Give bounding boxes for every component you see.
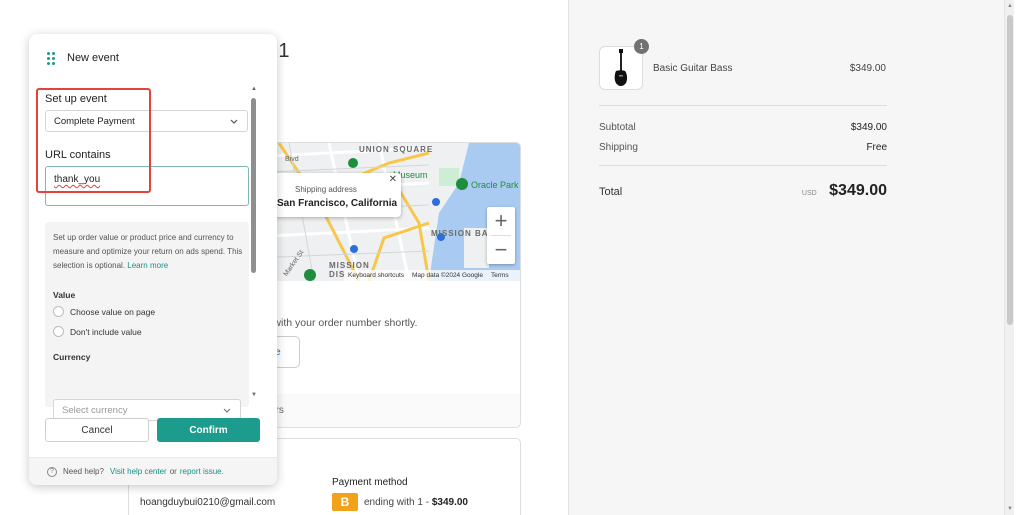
currency-label: Currency [53,352,91,362]
order-summary: 1 Basic Guitar Bass $349.00 Subtotal $34… [568,0,1014,515]
new-event-panel: New event Set up event Complete Payment … [29,34,277,485]
url-contains-label: URL contains [45,149,111,161]
map-label-dis: DIS [329,270,346,279]
help-prefix: Need help? [63,467,104,476]
radio-button[interactable] [53,326,64,337]
panel-title: New event [67,52,119,64]
panel-scroll-thumb[interactable] [251,98,256,273]
scroll-up-icon[interactable]: ▲ [250,86,258,92]
map-label-mission-bay: MISSION BAY [431,229,495,238]
page-scroll-thumb[interactable] [1007,15,1013,325]
zoom-out-button[interactable]: − [487,236,515,264]
shipping-address-label: Shipping address [295,185,357,194]
shipping-address-city: San Francisco, California [277,198,398,209]
chevron-down-icon [223,408,231,413]
event-type-value: Complete Payment [54,115,135,127]
panel-header: New event [29,34,277,82]
learn-more-link[interactable]: Learn more [127,261,168,270]
scroll-down-icon[interactable]: ▼ [250,392,258,398]
map-label-mission: MISSION [329,261,370,270]
radio-dont-include-value[interactable]: Don't include value [53,326,142,337]
total-value: $349.00 [829,182,887,199]
report-issue-link[interactable]: report issue. [180,467,224,476]
panel-help-footer: ? Need help? Visit help center or report… [29,457,277,485]
radio-dont-include-label: Don't include value [70,326,142,337]
event-type-select[interactable]: Complete Payment [45,110,248,132]
shipping-value: Free [866,142,887,153]
setup-event-label: Set up event [45,93,107,105]
url-contains-input[interactable] [45,166,249,206]
drag-handle-icon[interactable] [47,51,57,65]
subtotal-label: Subtotal [599,122,636,133]
confirm-button[interactable]: Confirm [157,418,260,442]
confirmation-text: ail with your order number shortly. [260,317,418,329]
shipping-address-popup: Shipping address San Francisco, Californ… [273,173,401,217]
quantity-badge: 1 [634,39,649,54]
shipping-row: Shipping Free [599,142,887,153]
close-icon[interactable]: ✕ [389,174,397,185]
divider [599,165,887,166]
keyboard-shortcuts-link[interactable]: Keyboard shortcuts [348,272,404,279]
product-price: $349.00 [849,63,886,74]
value-settings-box: Set up order value or product price and … [45,222,249,421]
panel-actions: Cancel Confirm [29,418,277,444]
map-footer: Keyboard shortcuts Map data ©2024 Google… [344,270,520,281]
product-name: Basic Guitar Bass [653,63,733,74]
panel-scrollbar[interactable]: ▲ ▼ [250,86,258,398]
help-center-link[interactable]: Visit help center [110,467,167,476]
terms-link[interactable]: Terms [491,272,509,279]
value-label: Value [53,290,76,300]
payment-card-icon: B [332,493,358,511]
scroll-down-icon[interactable]: ▼ [1005,506,1015,512]
map-data-credit: Map data ©2024 Google [412,272,483,279]
contact-email: hoangduybui0210@gmail.com [140,497,276,508]
chevron-down-icon [230,119,238,124]
panel-scroll-area: Set up event Complete Payment URL contai… [29,82,277,421]
payment-amount: $349.00 [431,497,468,508]
payment-method-title: Payment method [332,477,408,488]
scroll-up-icon[interactable]: ▲ [1005,3,1015,9]
page-scrollbar[interactable]: ▲ ▼ [1004,0,1014,515]
subtotal-value: $349.00 [850,122,887,133]
divider [599,105,887,106]
total-label: Total [599,186,623,198]
cancel-button[interactable]: Cancel [45,418,149,442]
payment-method-text: ending with 1 - $349.00 [364,497,468,508]
help-icon: ? [47,466,57,477]
zoom-in-button[interactable]: + [487,207,515,235]
map-label-bivd: Bivd [285,156,299,163]
guitar-icon [614,49,628,87]
shipping-label: Shipping [599,142,638,153]
total-currency: USD [801,190,817,197]
radio-button[interactable] [53,306,64,317]
map-label-oracle-park: Oracle Park [471,180,519,190]
radio-choose-value-label: Choose value on page [70,306,156,317]
subtotal-row: Subtotal $349.00 [599,122,887,133]
map-zoom-controls: + − [487,207,515,264]
value-settings-description: Set up order value or product price and … [53,233,243,270]
radio-choose-value[interactable]: Choose value on page [53,306,155,317]
total-row: Total USD $349.00 [599,182,887,200]
currency-placeholder: Select currency [62,404,128,416]
map-label-union-square: UNION SQUARE [359,145,434,154]
